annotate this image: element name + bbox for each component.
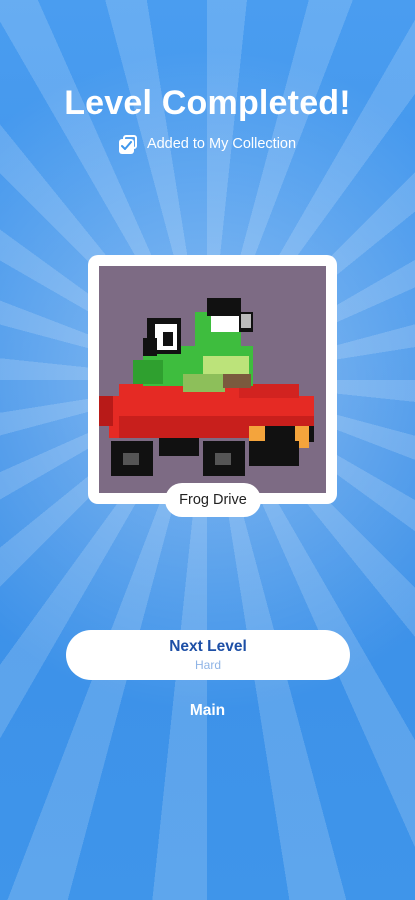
collection-label: Added to My Collection	[146, 136, 297, 152]
puzzle-name-label: Frog Drive	[165, 483, 261, 517]
next-level-difficulty: Hard	[194, 658, 221, 672]
page-title: Level Completed!	[64, 84, 351, 122]
collection-notice: Added to My Collection	[0, 135, 415, 154]
main-menu-button[interactable]: Main	[0, 702, 415, 720]
collection-check-icon	[118, 135, 137, 154]
puzzle-image	[99, 266, 326, 493]
puzzle-card	[88, 255, 337, 504]
next-level-button[interactable]: Next Level Hard	[66, 630, 350, 680]
next-level-label: Next Level	[169, 638, 247, 655]
